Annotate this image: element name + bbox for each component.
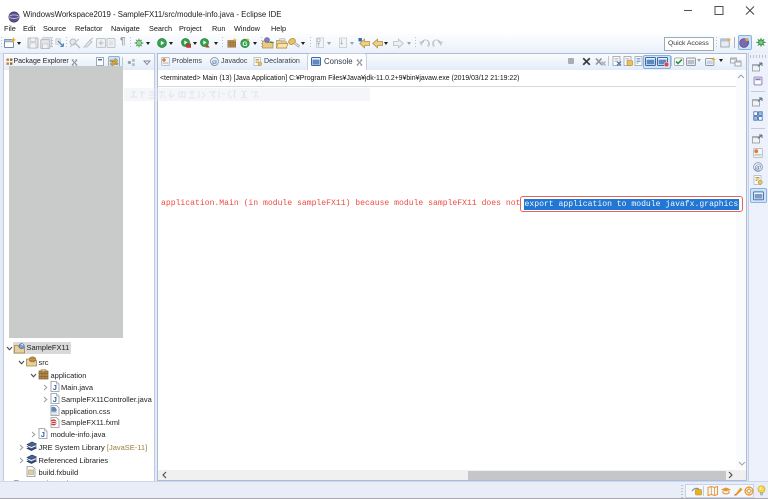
svg-text:J: J bbox=[41, 430, 45, 439]
svg-text:@: @ bbox=[755, 164, 762, 172]
svg-text:J: J bbox=[53, 395, 57, 404]
svg-text:G: G bbox=[242, 41, 247, 48]
svg-text:@: @ bbox=[212, 59, 218, 66]
svg-text:J: J bbox=[53, 383, 57, 392]
